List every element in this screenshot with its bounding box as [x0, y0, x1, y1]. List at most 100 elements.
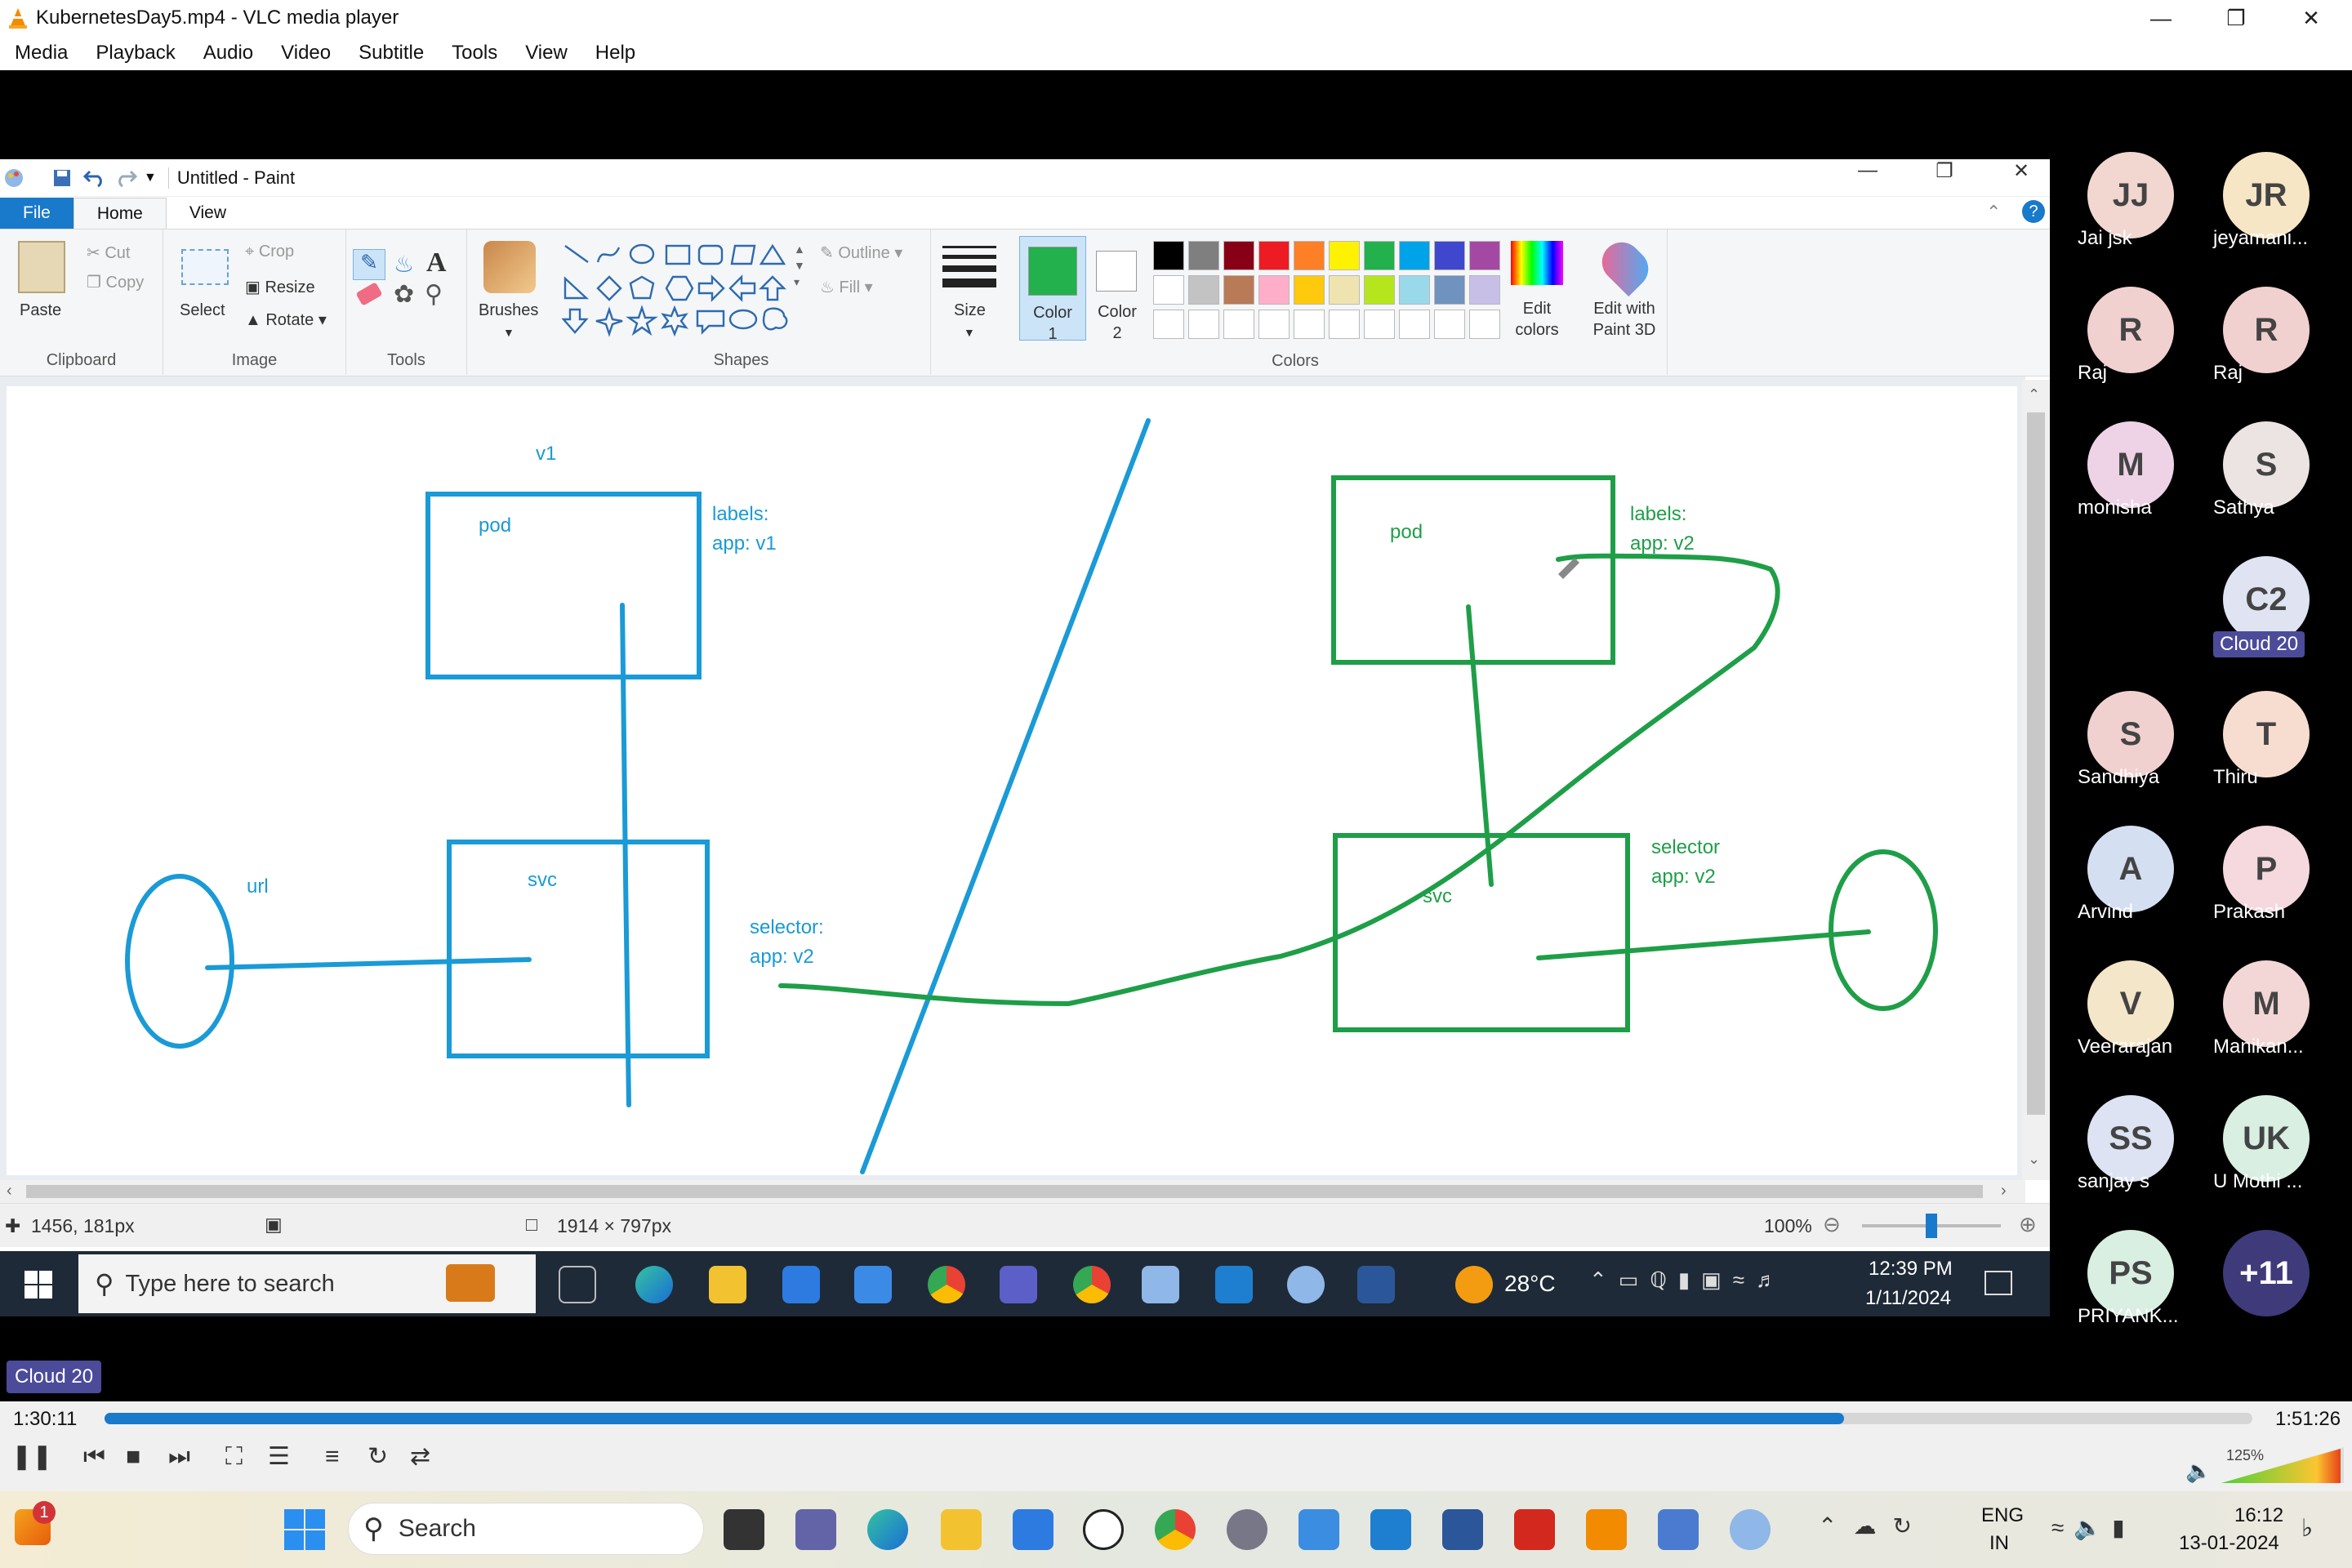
notepad-icon[interactable]	[1298, 1509, 1339, 1550]
palette-swatch[interactable]	[1223, 241, 1254, 270]
eraser-icon[interactable]	[355, 282, 383, 306]
palette-swatch[interactable]	[1188, 310, 1219, 339]
save-icon[interactable]	[52, 168, 72, 188]
collapse-ribbon-icon[interactable]: ⌃	[1986, 202, 2001, 223]
palette-swatch[interactable]	[1294, 310, 1325, 339]
palette-swatch[interactable]	[1188, 241, 1219, 270]
zoom-out-icon[interactable]: ⊖	[1823, 1212, 1841, 1237]
palette-swatch[interactable]	[1153, 310, 1184, 339]
brushes-icon[interactable]	[483, 241, 536, 293]
acrobat-icon[interactable]	[1514, 1509, 1555, 1550]
participant-avatar[interactable]: UK	[2223, 1095, 2310, 1182]
resize-button[interactable]: ▣ Resize	[245, 277, 315, 297]
participant-avatar[interactable]: JJ	[2087, 152, 2174, 238]
palette-swatch[interactable]	[1469, 275, 1500, 305]
redo-icon[interactable]	[114, 168, 137, 188]
palette-swatch[interactable]	[1434, 275, 1465, 305]
inner-start-icon[interactable]	[24, 1271, 52, 1298]
remote-desktop-icon[interactable]	[1658, 1509, 1699, 1550]
select-button[interactable]: Select	[180, 301, 225, 320]
menu-media[interactable]: Media	[15, 42, 68, 65]
palette-swatch[interactable]	[1153, 241, 1184, 270]
paint-app-taskbar-icon[interactable]	[1730, 1509, 1771, 1550]
paint-taskbar-icon[interactable]	[1287, 1266, 1325, 1303]
word-icon[interactable]	[1357, 1266, 1395, 1303]
size-button[interactable]: Size	[954, 301, 986, 320]
participant-avatar[interactable]: JR	[2223, 152, 2310, 238]
chrome-profile-icon[interactable]	[1073, 1266, 1111, 1303]
tab-home[interactable]: Home	[73, 198, 167, 229]
edge-icon[interactable]	[635, 1266, 673, 1303]
start-icon[interactable]	[284, 1509, 325, 1550]
teams-icon[interactable]	[1000, 1266, 1037, 1303]
palette-swatch[interactable]	[1329, 241, 1360, 270]
participant-avatar[interactable]: +11	[2223, 1230, 2310, 1316]
pause-icon[interactable]: ❚❚	[11, 1442, 54, 1471]
copy-button[interactable]: ❐ Copy	[87, 272, 144, 292]
paint-restore-button[interactable]: ❐	[1906, 159, 1983, 183]
mail-icon[interactable]	[854, 1266, 892, 1303]
menu-audio[interactable]: Audio	[203, 42, 253, 65]
text-tool-icon[interactable]: A	[426, 247, 447, 278]
select-icon[interactable]	[181, 249, 229, 285]
size-icon[interactable]	[942, 246, 996, 287]
menu-view[interactable]: View	[525, 42, 568, 65]
paint3d-icon[interactable]	[1593, 234, 1657, 297]
fill-bucket-icon[interactable]: ♨	[394, 251, 414, 278]
brushes-button[interactable]: Brushes	[479, 301, 538, 320]
palette-swatch[interactable]	[1399, 310, 1430, 339]
palette-swatch[interactable]	[1258, 275, 1290, 305]
participant-avatar[interactable]: M	[2087, 421, 2174, 508]
crop-button[interactable]: ⌖ Crop	[245, 243, 294, 261]
color1-button[interactable]: Color 1	[1019, 236, 1086, 343]
speaker-icon[interactable]: 🔈	[2185, 1459, 2212, 1484]
palette-swatch[interactable]	[1434, 241, 1465, 270]
participant-avatar[interactable]: S	[2223, 421, 2310, 508]
edit-with-paint3d-button[interactable]: Edit with Paint 3D	[1581, 298, 1668, 341]
participant-avatar[interactable]: P	[2223, 826, 2310, 912]
palette-swatch[interactable]	[1364, 241, 1395, 270]
loop-icon[interactable]: ↻	[368, 1442, 410, 1471]
stop-icon[interactable]: ■	[126, 1443, 168, 1471]
rotate-button[interactable]: ▲ Rotate ▾	[245, 310, 327, 330]
menu-tools[interactable]: Tools	[452, 42, 497, 65]
explorer-taskbar-icon[interactable]	[941, 1509, 982, 1550]
zoom-slider-thumb[interactable]	[1926, 1214, 1937, 1238]
palette-swatch[interactable]	[1223, 310, 1254, 339]
participant-avatar[interactable]: R	[2087, 287, 2174, 373]
palette-swatch[interactable]	[1364, 310, 1395, 339]
wifi-volume-battery-icons[interactable]: ≈🔈▮	[2051, 1514, 2135, 1541]
participant-avatar[interactable]: S	[2087, 691, 2174, 777]
pencil-icon[interactable]: ✎	[353, 249, 385, 280]
cut-button[interactable]: ✂ Cut	[87, 243, 130, 263]
dell-icon[interactable]	[1083, 1509, 1124, 1550]
palette-swatch[interactable]	[1399, 275, 1430, 305]
shuffle-icon[interactable]: ⇄	[410, 1442, 452, 1471]
participant-avatar[interactable]: M	[2223, 960, 2310, 1047]
palette-swatch[interactable]	[1258, 310, 1290, 339]
size-dropdown-icon[interactable]: ▼	[964, 326, 975, 339]
store-taskbar-icon[interactable]	[1013, 1509, 1054, 1550]
horizontal-scrollbar[interactable]: ‹ ›	[0, 1180, 2025, 1203]
file-explorer-icon[interactable]	[709, 1266, 746, 1303]
system-tray-icons[interactable]: ⌃☁↻	[1818, 1512, 1928, 1539]
palette-swatch[interactable]	[1434, 310, 1465, 339]
chat-icon[interactable]	[795, 1509, 836, 1550]
notifications-icon[interactable]	[1984, 1271, 2012, 1295]
restore-button[interactable]: ❐	[2198, 0, 2274, 36]
chrome-icon[interactable]	[928, 1266, 965, 1303]
tab-file[interactable]: File	[0, 198, 74, 229]
next-icon[interactable]: ⏭	[168, 1443, 211, 1471]
task-view-icon[interactable]	[559, 1266, 596, 1303]
task-view-taskbar-icon[interactable]	[724, 1509, 764, 1550]
inner-search-box[interactable]: ⚲ Type here to search	[78, 1254, 536, 1313]
color-picker-icon[interactable]: ✿	[394, 280, 414, 309]
horizontal-scroll-thumb[interactable]	[26, 1185, 1983, 1198]
zoom-in-icon[interactable]: ⊕	[2019, 1212, 2037, 1237]
vscode-taskbar-icon[interactable]	[1370, 1509, 1411, 1550]
palette-swatch[interactable]	[1399, 241, 1430, 270]
paste-button[interactable]: Paste	[20, 301, 61, 320]
brushes-dropdown-icon[interactable]: ▼	[503, 326, 514, 339]
paint-close-button[interactable]: ✕	[1983, 159, 2060, 183]
participant-avatar[interactable]: R	[2223, 287, 2310, 373]
